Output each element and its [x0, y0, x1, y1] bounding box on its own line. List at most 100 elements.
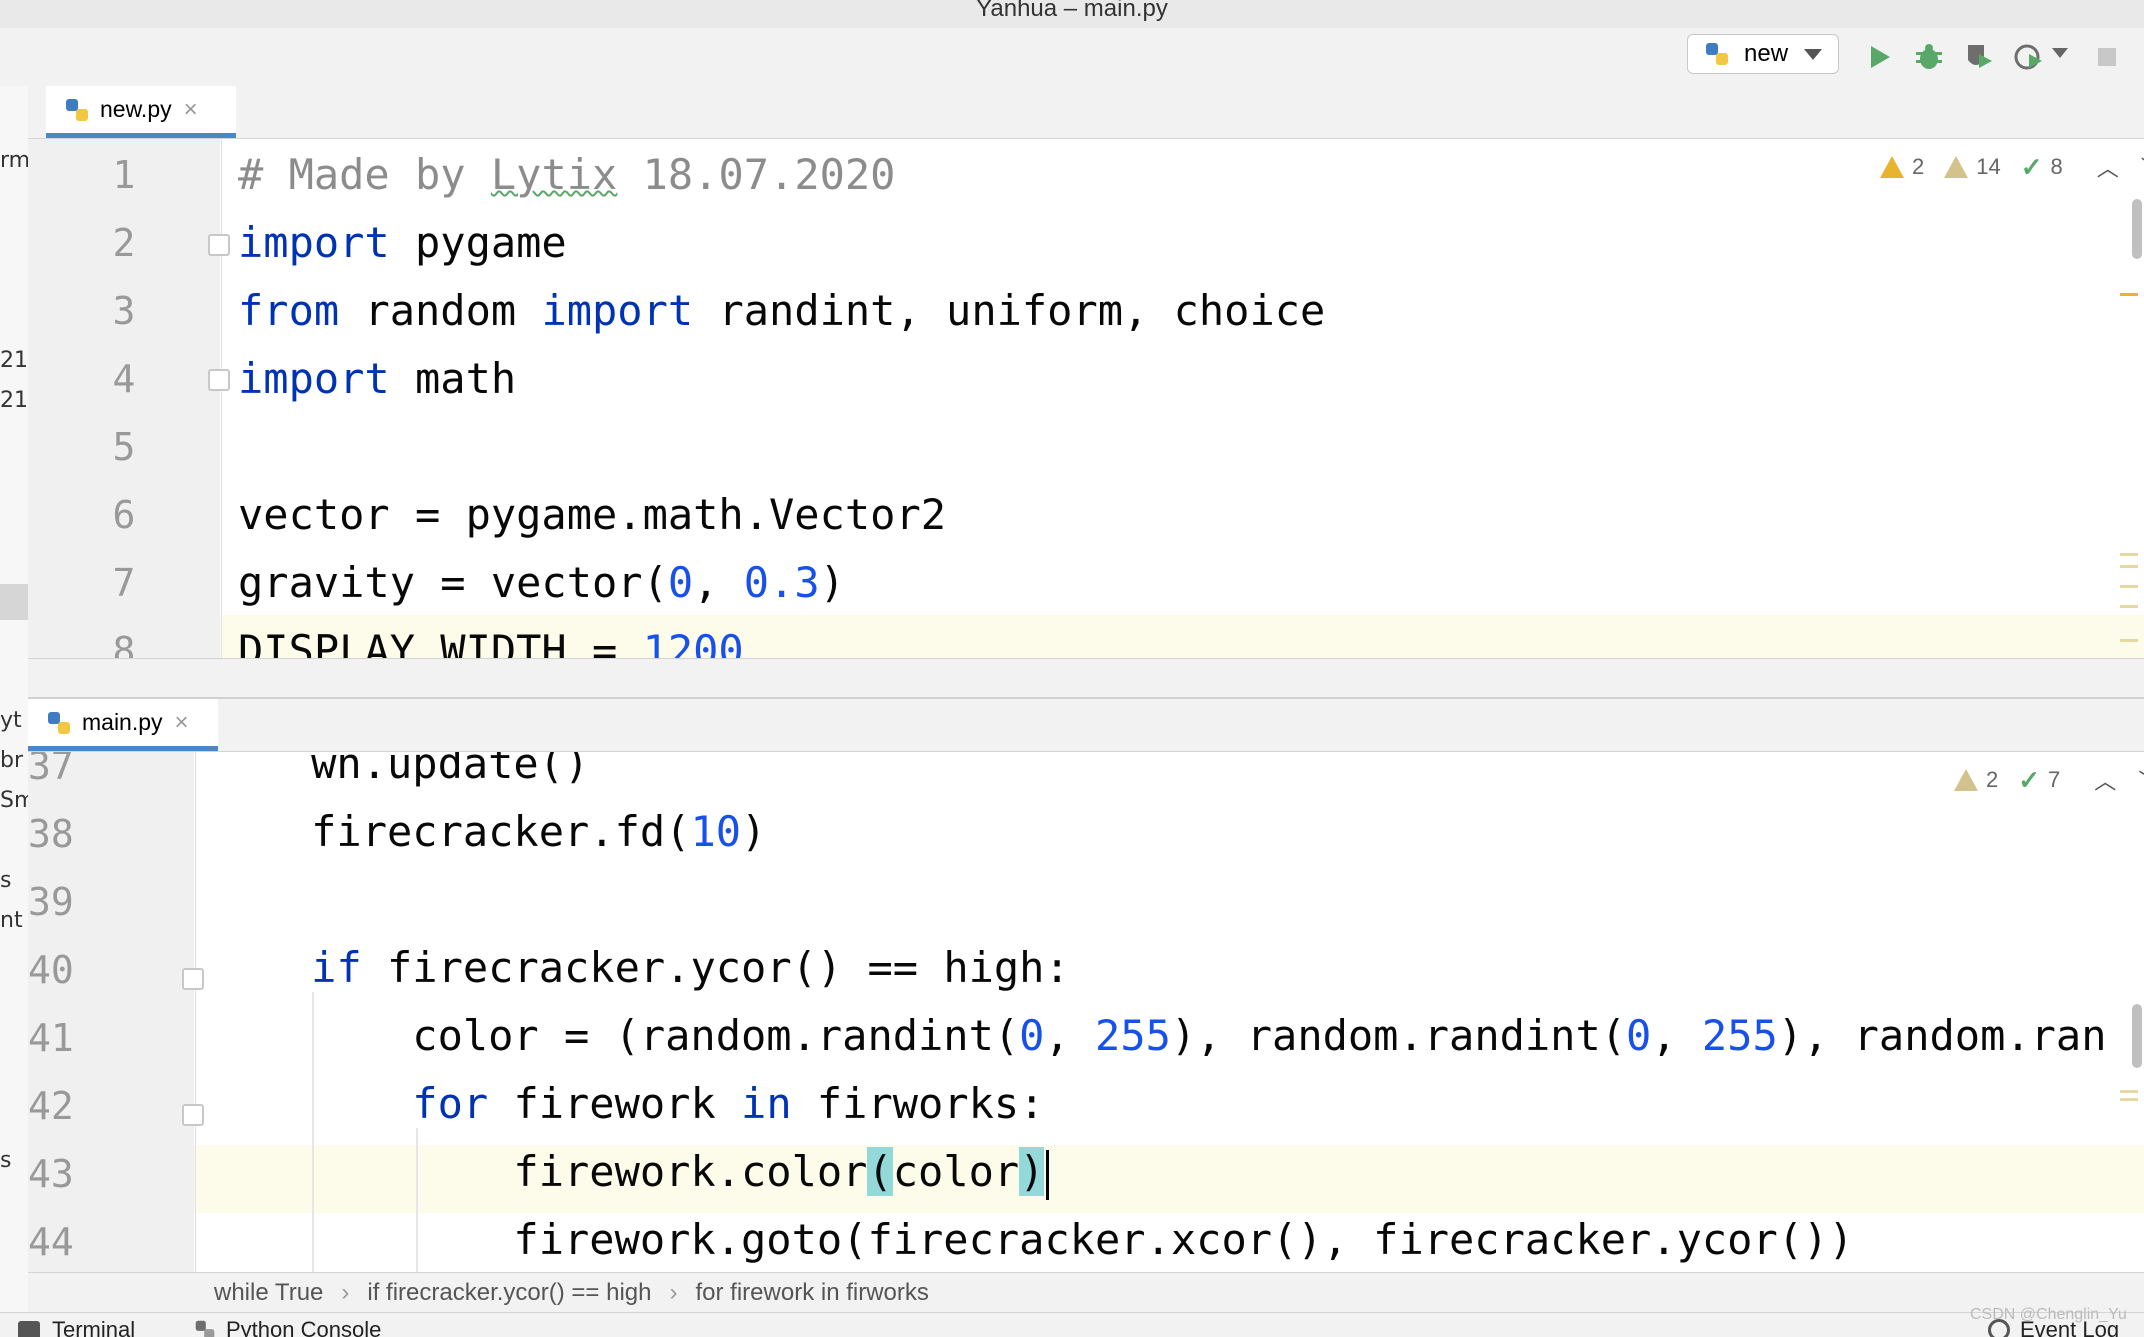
error-stripe-mark[interactable]	[2120, 1090, 2138, 1093]
line-number: 43	[28, 1152, 74, 1196]
code-line-44: firework.goto(firecracker.xcor(), firecr…	[210, 1215, 1854, 1264]
line-number: 42	[28, 1084, 74, 1128]
code-line-40: if firecracker.ycor() == high:	[311, 943, 1070, 992]
code-line-41: color = (random.randint(0, 255), random.…	[210, 1011, 2107, 1060]
side-fragment: br	[0, 748, 24, 773]
chevron-down-icon[interactable]: ﹀	[2138, 764, 2144, 796]
error-stripe-mark[interactable]	[2120, 565, 2138, 568]
side-fragment: nt	[0, 908, 23, 933]
code-line-7: gravity = vector(0, 0.3)	[238, 558, 845, 607]
python-console-icon	[195, 1320, 215, 1337]
typo-check-icon: ✓	[2020, 151, 2043, 182]
warning-icon	[1880, 156, 1904, 178]
selected-row	[0, 584, 28, 620]
code-line-6: vector = pygame.math.Vector2	[238, 490, 947, 539]
tab-new-py[interactable]: new.py ×	[46, 86, 236, 138]
debug-icon[interactable]	[1912, 40, 1946, 74]
line-number: 39	[28, 880, 74, 924]
code-line-38: firecracker.fd(10)	[210, 807, 767, 856]
stop-icon[interactable]	[2090, 40, 2124, 74]
code-line-42: for firework in firworks:	[412, 1079, 1045, 1128]
gutter-divider	[195, 752, 196, 1272]
error-stripe-mark[interactable]	[2120, 553, 2138, 556]
editor-splitter[interactable]	[28, 658, 2144, 700]
side-fragment: 21	[0, 388, 28, 413]
window-title-bar: Yanhua – main.py	[0, 0, 2144, 28]
fold-marker-icon[interactable]	[182, 968, 204, 990]
python-file-icon	[48, 711, 70, 734]
line-number: 41	[28, 1016, 74, 1060]
run-icon[interactable]	[1862, 40, 1896, 74]
top-editor-gutter: 1 2 3 4 5 6 7 8	[28, 139, 220, 658]
line-number: 6	[112, 493, 136, 537]
side-fragment: s	[0, 868, 12, 893]
code-line-2: import pygame	[238, 218, 567, 267]
bottom-editor-gutter: 37 38 39 40 41 42 43 44	[28, 752, 194, 1272]
line-number: 40	[28, 948, 74, 992]
chevron-up-icon[interactable]: ︿	[2094, 764, 2116, 796]
line-number: 5	[112, 425, 136, 469]
fold-marker-icon[interactable]	[208, 234, 230, 256]
chevron-up-icon[interactable]: ︿	[2097, 151, 2119, 183]
tab-main-py[interactable]: main.py ×	[28, 699, 218, 751]
weak-warning-icon	[1944, 156, 1969, 178]
error-stripe-mark[interactable]	[2120, 1098, 2138, 1101]
line-number: 3	[112, 289, 136, 333]
breadcrumb-item[interactable]: if firecracker.ycor() == high	[367, 1279, 651, 1307]
line-number: 1	[112, 153, 136, 197]
line-number: 8	[112, 629, 136, 658]
close-icon[interactable]: ×	[175, 709, 189, 737]
bottom-inspection-widget[interactable]: 2 ✓ 7 ︿ ﹀	[1954, 764, 2144, 796]
side-fragment: yt	[0, 708, 22, 733]
top-editor[interactable]: 1 2 3 4 5 6 7 8 # Made by Lytix 18.07.20…	[28, 139, 2144, 658]
error-stripe-mark[interactable]	[2120, 585, 2138, 588]
top-inspection-widget[interactable]: 2 14 ✓ 8 ︿ ﹀	[1880, 151, 2144, 183]
error-stripe-mark[interactable]	[2120, 639, 2138, 642]
window-title: Yanhua – main.py	[976, 0, 1168, 22]
project-panel-edge: rm 21 21 yt br Sm s nt s	[0, 86, 29, 1336]
breadcrumb-item[interactable]: for firework in firworks	[696, 1279, 929, 1307]
bottom-editor-scrollbar[interactable]	[2132, 1004, 2142, 1068]
typo-check-icon: ✓	[2018, 764, 2041, 795]
line-number: 44	[28, 1220, 74, 1264]
warning-count: 2	[1912, 154, 1925, 179]
bottom-editor-code: wn.update() firecracker.fd(10) if firecr…	[210, 752, 2106, 1272]
run-configuration-label: new	[1744, 40, 1789, 67]
weak-warning-icon	[1954, 769, 1978, 791]
tool-window-bar: Terminal Python Console Event Log	[0, 1312, 2144, 1337]
tab-label: main.py	[82, 709, 163, 735]
top-editor-code: # Made by Lytix 18.07.2020 import pygame…	[238, 139, 1325, 658]
tab-label: new.py	[100, 96, 172, 122]
line-number: 7	[112, 561, 136, 605]
fold-marker-icon[interactable]	[182, 1104, 204, 1126]
terminal-tab[interactable]: Terminal	[52, 1317, 135, 1337]
code-line-4: import math	[238, 354, 517, 403]
python-console-tab[interactable]: Python Console	[226, 1317, 381, 1337]
error-stripe-mark[interactable]	[2120, 605, 2138, 608]
coverage-icon[interactable]	[1962, 40, 1996, 74]
python-file-icon	[66, 98, 88, 121]
weak-warning-count: 2	[1986, 767, 1999, 792]
profile-icon[interactable]	[2012, 40, 2046, 74]
line-number: 4	[112, 357, 136, 401]
chevron-right-icon: ›	[341, 1279, 350, 1306]
code-line-1: # Made by Lytix 18.07.2020	[238, 150, 896, 199]
side-fragment: rm	[0, 148, 29, 173]
terminal-icon	[18, 1321, 40, 1337]
top-editor-scrollbar[interactable]	[2132, 199, 2142, 259]
run-configuration-selector[interactable]: new	[1687, 34, 1839, 74]
error-stripe-mark[interactable]	[2120, 293, 2138, 296]
gutter-divider	[221, 139, 222, 658]
chevron-right-icon: ›	[669, 1279, 678, 1306]
close-icon[interactable]: ×	[184, 96, 198, 124]
fold-marker-icon[interactable]	[208, 369, 230, 391]
side-fragment: s	[0, 1148, 12, 1173]
line-number: 37	[28, 752, 74, 788]
side-fragment: 21	[0, 348, 28, 373]
chevron-down-icon	[1804, 48, 1823, 60]
bottom-editor[interactable]: 37 38 39 40 41 42 43 44 wn.update() fire…	[28, 752, 2144, 1272]
python-file-icon	[1706, 43, 1728, 65]
breadcrumb-item[interactable]: while True	[214, 1279, 323, 1307]
text-caret	[1046, 1149, 1050, 1200]
chevron-down-icon[interactable]	[2052, 48, 2068, 58]
